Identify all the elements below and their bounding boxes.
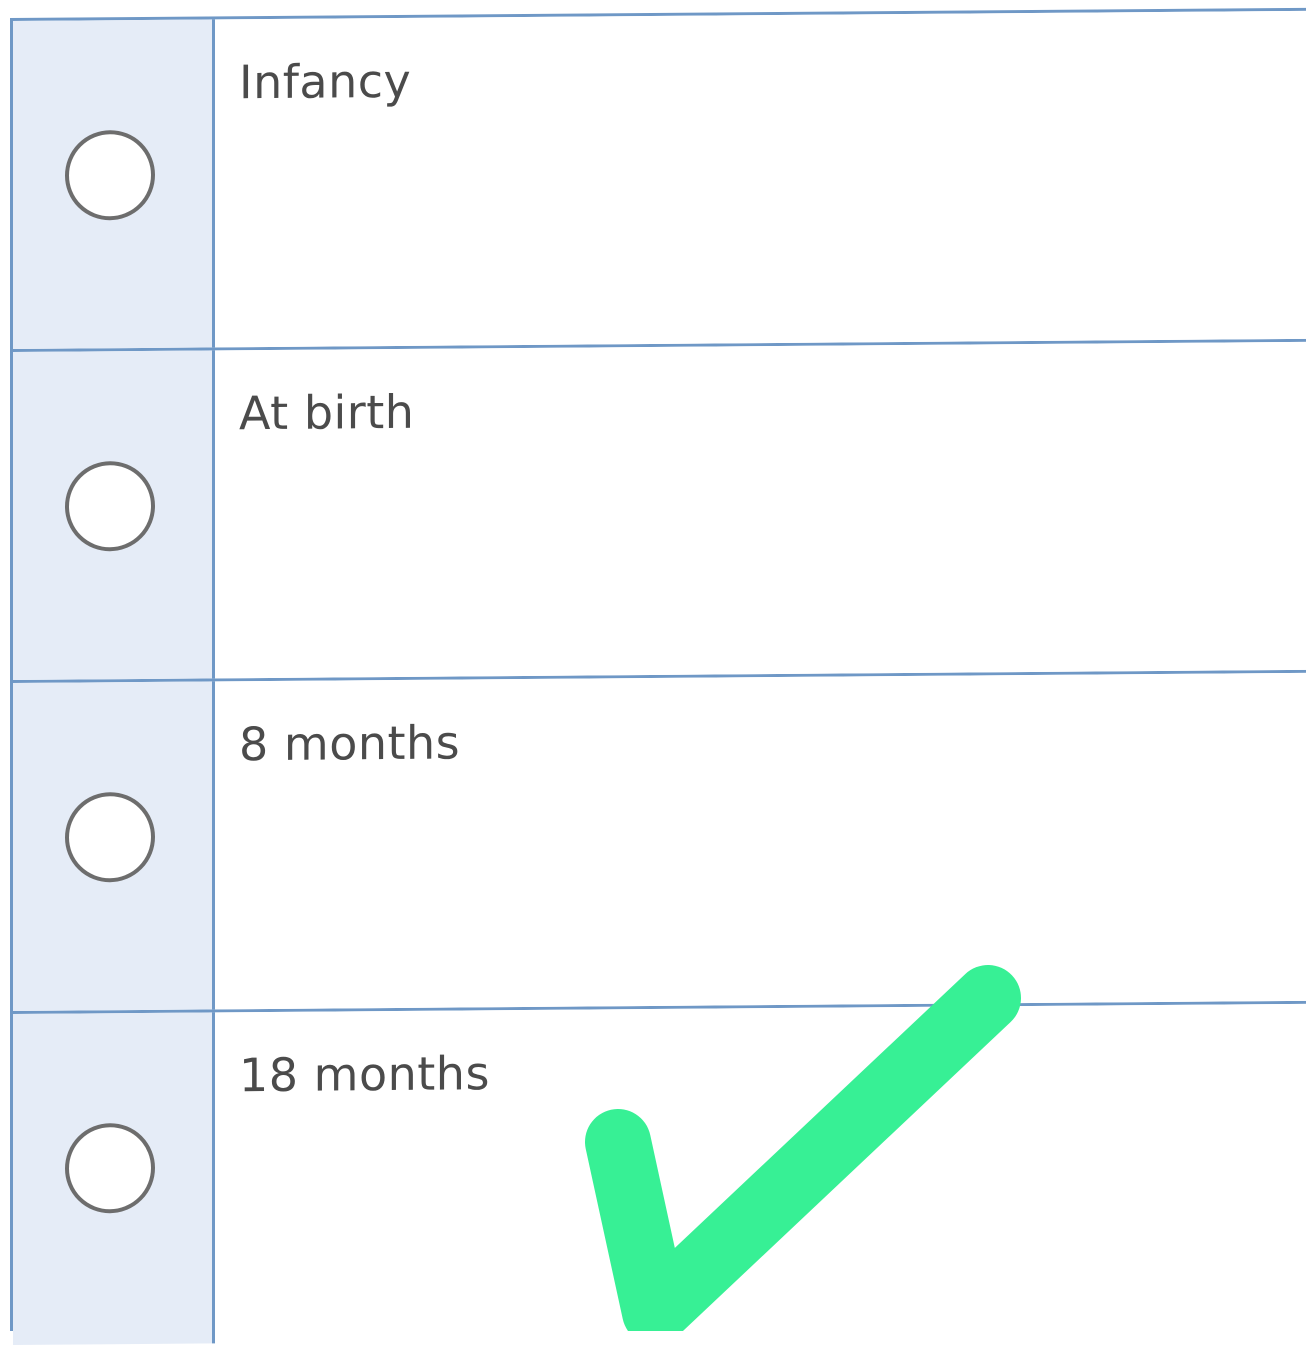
radio-cell[interactable] [13,19,215,349]
radio-cell[interactable] [13,681,215,1011]
option-label: 18 months [239,1046,490,1103]
option-row-8-months[interactable]: 8 months [13,672,1306,1014]
radio-button[interactable] [65,1122,155,1214]
option-text-cell[interactable]: 8 months [215,672,1306,1010]
option-label: Infancy [239,53,412,110]
radio-button[interactable] [65,129,155,221]
option-label: At birth [239,384,415,441]
option-text-cell[interactable]: Infancy [215,10,1306,348]
option-label: 8 months [239,715,461,772]
option-row-18-months[interactable]: 18 months [13,1003,1306,1345]
radio-cell[interactable] [13,1012,215,1345]
option-text-cell[interactable]: 18 months [215,1003,1306,1344]
option-text-cell[interactable]: At birth [215,341,1306,679]
answer-options-table: Infancy At birth 8 months 18 months [10,7,1306,1345]
option-row-infancy[interactable]: Infancy [13,10,1306,352]
option-row-at-birth[interactable]: At birth [13,341,1306,683]
radio-button[interactable] [65,460,155,552]
radio-cell[interactable] [13,350,215,680]
radio-button[interactable] [65,791,155,883]
